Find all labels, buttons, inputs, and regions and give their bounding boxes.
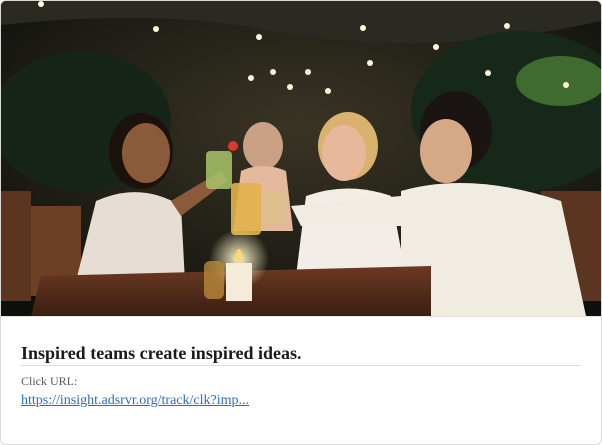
click-url-link[interactable]: https://insight.adsrvr.org/track/clk?imp… (21, 393, 249, 409)
divider (21, 365, 581, 366)
ad-preview-card: Inspired teams create inspired ideas. Cl… (0, 0, 602, 445)
click-url-label: Click URL: (21, 374, 78, 388)
ad-headline: Inspired teams create inspired ideas. (21, 343, 302, 363)
ad-text-section: Inspired teams create inspired ideas. Cl… (1, 316, 601, 444)
ad-image[interactable] (1, 1, 601, 316)
